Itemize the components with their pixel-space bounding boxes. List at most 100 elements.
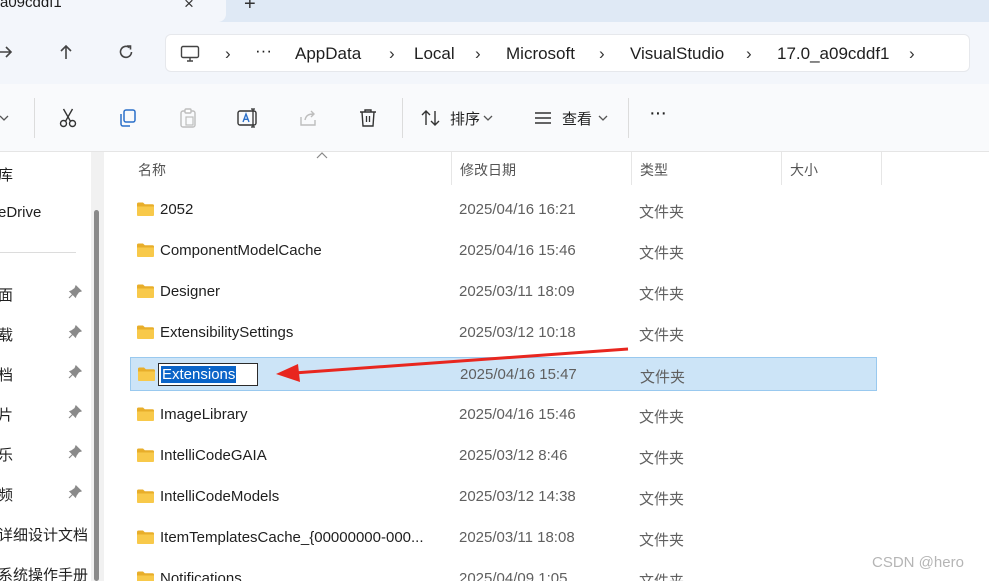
tab-current[interactable]: a09cddf1 × xyxy=(0,0,226,22)
rename-selected-text: Extensions xyxy=(161,366,237,383)
folder-icon xyxy=(137,325,154,339)
new-tab-icon[interactable]: + xyxy=(244,0,256,16)
column-header-label: 大小 xyxy=(790,162,818,178)
file-row[interactable]: 2052 2025/04/16 16:21 文件夹 xyxy=(130,193,877,227)
file-name: 2052 xyxy=(160,201,194,218)
sidebar-item-downloads[interactable]: 载 xyxy=(0,322,95,344)
sidebar-item-desktop[interactable]: 面 xyxy=(0,282,95,304)
copy-icon[interactable] xyxy=(112,102,144,134)
file-row[interactable]: ComponentModelCache 2025/04/16 15:46 文件夹 xyxy=(130,234,877,268)
sidebar-item-documents[interactable]: 档 xyxy=(0,362,95,384)
navigation-pane: 库 eDrive 面 载 档 片 乐 频 详细设计文档 系统操作手册 xyxy=(0,152,104,581)
view-button-label[interactable]: 查看 xyxy=(562,108,592,129)
more-options-icon[interactable]: ··· xyxy=(649,102,667,125)
sidebar-item-design-doc[interactable]: 详细设计文档 xyxy=(0,522,95,544)
file-row[interactable]: ItemTemplatesCache_{00000000-000... 2025/… xyxy=(130,521,877,555)
file-row[interactable]: ImageLibrary 2025/04/16 15:46 文件夹 xyxy=(130,398,877,432)
sidebar-item-label: 库 xyxy=(0,167,14,184)
column-header-type[interactable]: 类型 xyxy=(632,152,782,185)
sidebar-item-label: 载 xyxy=(0,327,14,344)
view-chevron-icon[interactable] xyxy=(595,102,611,134)
file-list: 名称 修改日期 类型 大小 2052 2025/04/16 16:21 文件夹 Co… xyxy=(104,152,989,581)
folder-icon xyxy=(137,284,154,298)
file-date: 2025/03/11 18:08 xyxy=(459,529,575,546)
sidebar-item-user-manual[interactable]: 系统操作手册 xyxy=(0,562,95,581)
new-dropdown-chevron-icon[interactable] xyxy=(0,102,16,134)
sidebar-item-label: 乐 xyxy=(0,447,14,464)
sidebar-item-label: 系统操作手册 xyxy=(0,567,89,581)
file-date: 2025/04/16 15:46 xyxy=(459,406,576,423)
rename-input[interactable]: Extensions xyxy=(158,363,258,386)
sidebar-item-onedrive[interactable]: eDrive xyxy=(0,202,95,224)
file-row[interactable]: Extensions 2025/04/16 15:47 文件夹 xyxy=(130,357,877,391)
file-date: 2025/04/09 1:05 xyxy=(459,570,568,581)
file-date: 2025/04/16 15:46 xyxy=(459,242,576,259)
toolbar-divider xyxy=(402,98,403,138)
folder-icon xyxy=(137,407,154,421)
file-row[interactable]: ExtensibilitySettings 2025/03/12 10:18 文件夹 xyxy=(130,316,877,350)
breadcrumb-item-microsoft[interactable]: Microsoft xyxy=(506,44,575,64)
sidebar-item-label: 频 xyxy=(0,487,14,504)
file-row[interactable]: Notifications 2025/04/09 1:05 文件夹 xyxy=(130,562,877,581)
breadcrumb-separator: › xyxy=(909,44,915,63)
file-type: 文件夹 xyxy=(639,327,685,344)
sort-chevron-icon[interactable] xyxy=(480,102,496,134)
address-row: › ··· AppData › Local › Microsoft › Visu… xyxy=(0,22,989,84)
close-tab-icon[interactable]: × xyxy=(184,0,194,14)
breadcrumb-item-local[interactable]: Local xyxy=(414,44,455,64)
breadcrumb-item-appdata[interactable]: AppData xyxy=(295,44,361,64)
view-icon[interactable] xyxy=(527,102,559,134)
file-name: Notifications xyxy=(160,570,242,581)
pin-icon xyxy=(68,364,83,383)
file-date: 2025/03/12 10:18 xyxy=(459,324,576,341)
watermark: CSDN @hero xyxy=(872,554,964,571)
file-name: Designer xyxy=(160,283,221,300)
folder-icon xyxy=(138,367,155,381)
file-type: 文件夹 xyxy=(639,450,685,467)
address-bar[interactable]: › ··· AppData › Local › Microsoft › Visu… xyxy=(165,34,970,72)
file-type: 文件夹 xyxy=(639,286,685,303)
sidebar-item-pictures[interactable]: 片 xyxy=(0,402,95,424)
cut-icon[interactable] xyxy=(52,102,84,134)
share-icon xyxy=(292,102,324,134)
paste-icon xyxy=(172,102,204,134)
sidebar-scrollbar-thumb[interactable] xyxy=(94,210,99,581)
folder-icon xyxy=(137,530,154,544)
rename-icon[interactable] xyxy=(232,102,264,134)
file-row[interactable]: IntelliCodeModels 2025/03/12 14:38 文件夹 xyxy=(130,480,877,514)
toolbar-divider xyxy=(628,98,629,138)
sidebar-divider xyxy=(0,252,76,253)
sidebar-item-label: 片 xyxy=(0,407,14,424)
column-header-size[interactable]: 大小 xyxy=(782,152,882,185)
breadcrumb-item-visualstudio[interactable]: VisualStudio xyxy=(630,44,724,64)
column-header-date[interactable]: 修改日期 xyxy=(452,152,632,185)
file-row[interactable]: IntelliCodeGAIA 2025/03/12 8:46 文件夹 xyxy=(130,439,877,473)
computer-icon xyxy=(180,45,200,68)
forward-arrow-icon[interactable] xyxy=(0,34,20,70)
refresh-icon[interactable] xyxy=(111,34,141,70)
up-arrow-icon[interactable] xyxy=(51,34,81,70)
tab-strip: a09cddf1 × + xyxy=(0,0,989,22)
tab-title: a09cddf1 xyxy=(0,0,62,11)
breadcrumb-separator: › xyxy=(599,44,605,63)
delete-icon[interactable] xyxy=(352,102,384,134)
sidebar-item-music[interactable]: 乐 xyxy=(0,442,95,464)
sidebar-item-library[interactable]: 库 xyxy=(0,162,95,184)
folder-icon xyxy=(137,243,154,257)
breadcrumb-separator: › xyxy=(475,44,481,63)
breadcrumb-item-current[interactable]: 17.0_a09cddf1 xyxy=(777,44,890,64)
file-type: 文件夹 xyxy=(639,409,685,426)
sort-button-label[interactable]: 排序 xyxy=(450,108,480,129)
sort-icon[interactable] xyxy=(415,102,447,134)
file-row[interactable]: Designer 2025/03/11 18:09 文件夹 xyxy=(130,275,877,309)
pin-icon xyxy=(68,324,83,343)
sidebar-item-videos[interactable]: 频 xyxy=(0,482,95,504)
breadcrumb-more[interactable]: ··· xyxy=(255,41,272,61)
file-name: ExtensibilitySettings xyxy=(160,324,294,341)
sidebar-item-label: eDrive xyxy=(0,204,42,221)
column-header-name[interactable]: 名称 xyxy=(130,152,452,185)
column-header-label: 类型 xyxy=(640,162,668,178)
sidebar-item-label: 详细设计文档 xyxy=(0,527,89,544)
file-type: 文件夹 xyxy=(640,369,686,386)
file-name: ImageLibrary xyxy=(160,406,248,423)
